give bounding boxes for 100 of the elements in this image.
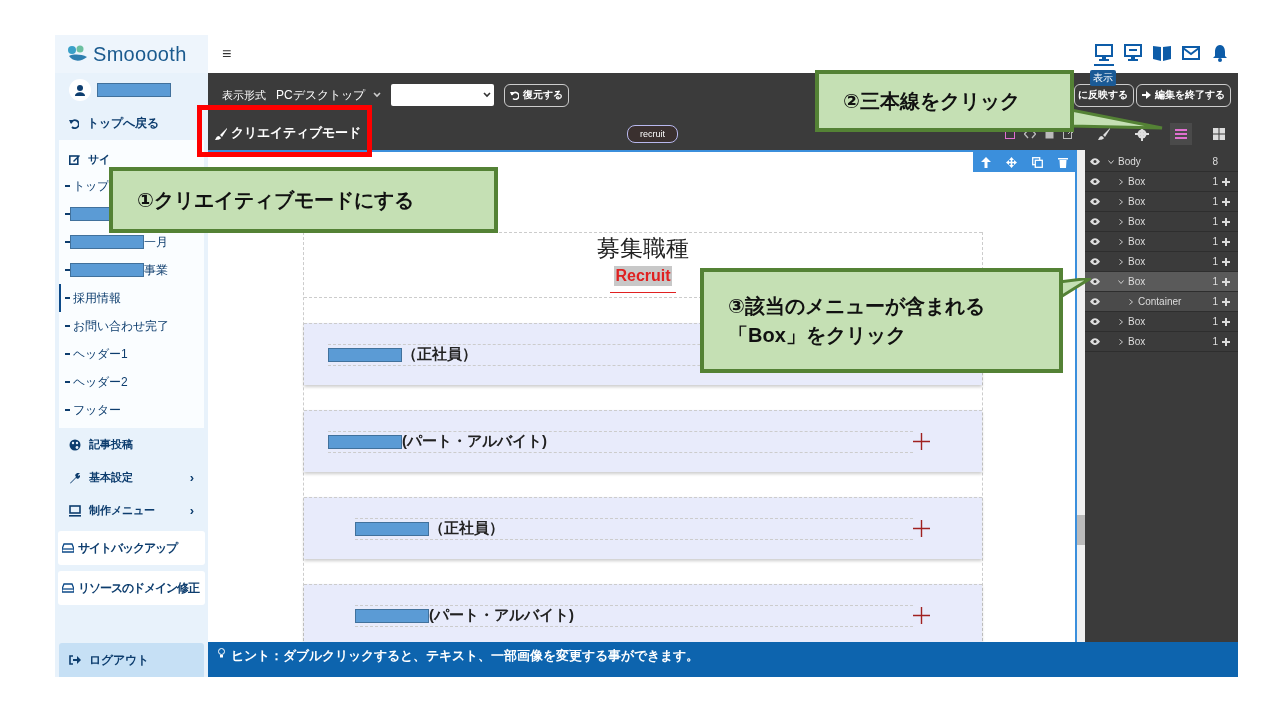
scrollbar-thumb[interactable] xyxy=(1077,515,1085,545)
desktop-icon xyxy=(1094,42,1114,63)
undo-icon xyxy=(509,90,519,100)
menu-item[interactable]: 制作メニュー › xyxy=(55,494,208,527)
monitor-icon xyxy=(1123,42,1143,63)
callout-tooltip: ③該当のメニューが含まれる 「Box」をクリック xyxy=(700,268,1063,373)
tooltip: 表示 xyxy=(1090,70,1116,86)
page-label: 事業 xyxy=(144,261,168,279)
hint-text: ヒント：ダブルクリックすると、テキスト、一部画像を変更する事ができます。 xyxy=(231,648,699,665)
eye-icon[interactable] xyxy=(1090,158,1100,165)
copy-icon[interactable] xyxy=(1031,156,1043,168)
finish-edit-button[interactable]: 編集を終了する xyxy=(1136,83,1231,107)
panel-tab[interactable] xyxy=(1169,122,1192,145)
sidebar-button[interactable]: サイトバックアップ xyxy=(58,531,205,565)
chevron-right-icon xyxy=(1118,198,1124,205)
chevron-right-icon xyxy=(1118,178,1124,185)
chevron-down-icon xyxy=(1108,158,1114,165)
eye-icon[interactable] xyxy=(1090,238,1100,245)
logout-button[interactable]: ログアウト xyxy=(59,643,204,677)
trash-icon[interactable] xyxy=(1057,156,1068,168)
page-item[interactable]: 採用情報 xyxy=(59,284,121,312)
restore-button[interactable]: 復元する xyxy=(503,83,569,107)
layer-row[interactable]: Box 1 xyxy=(1085,312,1238,332)
move-icon xyxy=(1222,257,1230,266)
eye-icon[interactable] xyxy=(1090,198,1100,205)
layer-count: 1 xyxy=(1212,256,1218,267)
page-tag[interactable]: recruit xyxy=(627,124,678,143)
section-label: サイ xyxy=(88,151,110,167)
eye-icon[interactable] xyxy=(1090,178,1100,185)
chevron-right-icon xyxy=(1128,298,1134,305)
card-title: （正社員） xyxy=(429,519,504,538)
accordion-card[interactable]: (パート・アルバイト) xyxy=(304,410,982,472)
eye-icon[interactable] xyxy=(1090,318,1100,325)
chevron-down-icon xyxy=(1118,278,1124,285)
card-title: (パート・アルバイト) xyxy=(429,606,574,625)
eye-icon[interactable] xyxy=(1090,338,1100,345)
menu-item[interactable]: 記事投稿 xyxy=(55,428,208,461)
page-label: トップ xyxy=(73,177,109,195)
chevron-right-icon xyxy=(1118,238,1124,245)
eye-icon[interactable] xyxy=(1090,218,1100,225)
arrow-up-icon[interactable] xyxy=(980,156,991,168)
layer-row[interactable]: Body 8 xyxy=(1085,152,1238,172)
grid-icon xyxy=(1211,126,1226,141)
creative-mode-button[interactable]: クリエイティブモード xyxy=(208,125,361,142)
layer-count: 8 xyxy=(1212,156,1218,167)
layer-count: 1 xyxy=(1212,236,1218,247)
move-icon xyxy=(1222,177,1230,186)
brand-logo: Smooooth xyxy=(93,42,187,66)
eye-icon[interactable] xyxy=(1090,278,1100,285)
edit-icon xyxy=(69,153,80,165)
accordion-card[interactable]: （正社員） xyxy=(304,497,982,559)
page-item[interactable]: トップ xyxy=(59,172,109,200)
sidebar-button[interactable]: リソースのドメイン修正 xyxy=(58,571,205,605)
back-link[interactable]: トップへ戻る xyxy=(55,107,208,140)
layer-row[interactable]: Box 1 xyxy=(1085,272,1238,292)
move-icon[interactable] xyxy=(1005,156,1017,168)
logo-icon xyxy=(67,45,89,63)
chevron-icon: › xyxy=(189,470,194,485)
plus-icon[interactable] xyxy=(913,607,930,624)
move-icon xyxy=(1222,217,1230,226)
layer-row[interactable]: Box 1 xyxy=(1085,332,1238,352)
layer-row[interactable]: Box 1 xyxy=(1085,192,1238,212)
page-label: ヘッダー1 xyxy=(73,345,128,363)
accordion-card[interactable]: (パート・アルバイト) xyxy=(304,584,982,642)
page-label: ヘッダー2 xyxy=(73,373,128,391)
move-icon xyxy=(1222,197,1230,206)
eye-icon[interactable] xyxy=(1090,258,1100,265)
page-item[interactable]: ヘッダー2 xyxy=(59,368,128,396)
plus-icon[interactable] xyxy=(913,433,930,450)
page-item[interactable]: お問い合わせ完了 xyxy=(59,312,169,340)
page-item[interactable]: 事業 xyxy=(59,256,168,284)
page-item[interactable]: ヘッダー1 xyxy=(59,340,128,368)
logout-icon xyxy=(69,655,81,665)
page-item[interactable]: フッター xyxy=(59,396,121,424)
move-icon xyxy=(1222,317,1230,326)
plus-icon[interactable] xyxy=(913,520,930,537)
menu-icon[interactable]: ≡ xyxy=(222,45,232,63)
brush-icon xyxy=(214,126,228,141)
section-heading: 募集職種 xyxy=(597,235,689,263)
publish-button[interactable]: に反映する xyxy=(1074,83,1134,107)
drive-icon xyxy=(62,543,74,553)
move-icon xyxy=(1222,297,1230,306)
layer-row[interactable]: Container 1 xyxy=(1085,292,1238,312)
layer-count: 1 xyxy=(1212,176,1218,187)
nav-item[interactable] xyxy=(1094,42,1114,66)
chevron-right-icon xyxy=(1118,258,1124,265)
menu-icon xyxy=(1173,126,1188,141)
chevron-icon xyxy=(482,92,491,98)
layer-row[interactable]: Box 1 xyxy=(1085,212,1238,232)
layer-row[interactable]: Box 1 xyxy=(1085,232,1238,252)
device-select[interactable]: PCデスクトップ xyxy=(276,86,381,104)
eye-icon[interactable] xyxy=(1090,298,1100,305)
logout-icon xyxy=(1142,91,1151,99)
menu-item[interactable]: 基本設定 › xyxy=(55,461,208,494)
layer-row[interactable]: Box 1 xyxy=(1085,172,1238,192)
layer-count: 1 xyxy=(1212,316,1218,327)
display-label: 表示形式 xyxy=(222,87,266,103)
layer-count: 1 xyxy=(1212,336,1218,347)
select-field[interactable] xyxy=(390,84,494,106)
chevron-icon: › xyxy=(189,503,194,518)
